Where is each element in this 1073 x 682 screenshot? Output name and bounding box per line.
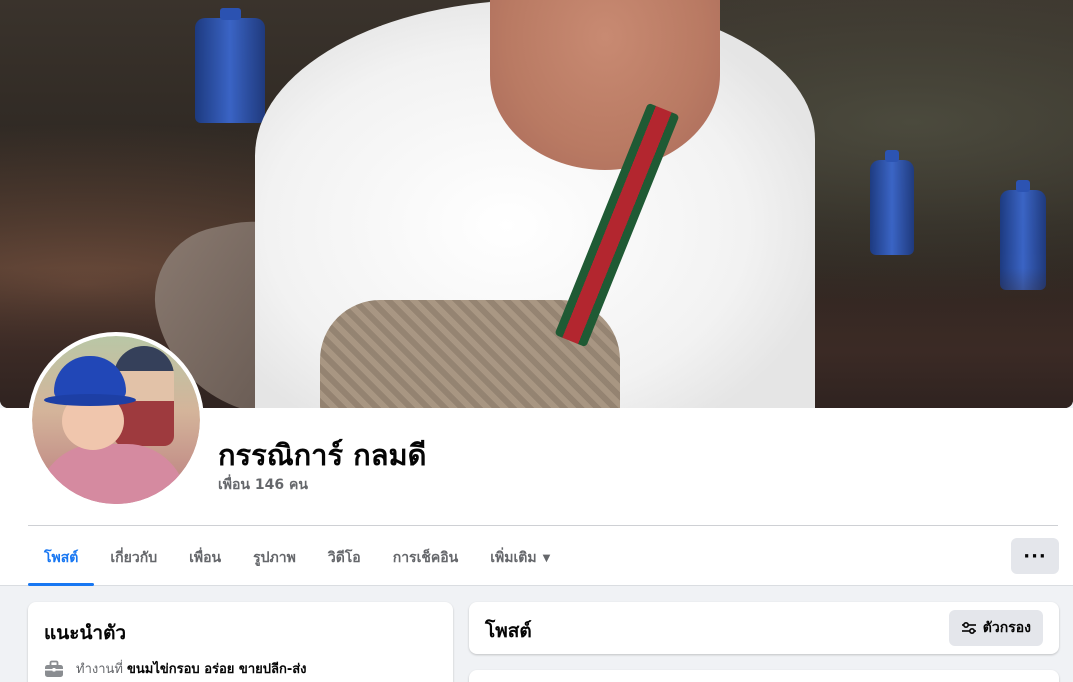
- profile-picture[interactable]: [28, 332, 204, 508]
- header-divider: [28, 525, 1058, 526]
- tab-label: เพิ่มเติม: [490, 550, 537, 566]
- tab-label: โพสต์: [44, 550, 79, 566]
- filter-label: ตัวกรอง: [982, 620, 1031, 636]
- briefcase-icon: [44, 660, 64, 678]
- cover-photo-bottle: [870, 150, 914, 255]
- intro-title: แนะนำตัว: [44, 622, 127, 644]
- tab-label: เกี่ยวกับ: [110, 550, 158, 566]
- tab-videos[interactable]: วิดีโอ: [312, 530, 377, 586]
- cover-photo-bottle: [195, 8, 265, 123]
- tab-checkins[interactable]: การเช็คอิน: [377, 530, 475, 586]
- tab-label: วิดีโอ: [327, 550, 361, 566]
- posts-header-card: โพสต์ ตัวกรอง: [469, 602, 1059, 654]
- tab-posts[interactable]: โพสต์: [28, 530, 95, 586]
- caret-down-icon: ▼: [542, 552, 551, 564]
- tab-label: เพื่อน: [189, 550, 222, 566]
- work-prefix: ทำงานที่: [76, 662, 123, 677]
- friends-count-link[interactable]: เพื่อน 146 คน: [218, 474, 308, 496]
- more-horizontal-icon: ···: [1023, 545, 1047, 567]
- tab-more[interactable]: เพิ่มเติม ▼: [474, 530, 566, 586]
- profile-tabs: โพสต์ เกี่ยวกับ เพื่อน รูปภาพ วิดีโอ การ…: [28, 530, 566, 586]
- filter-sliders-icon: [961, 620, 977, 636]
- posts-title: โพสต์: [485, 620, 532, 642]
- filter-button[interactable]: ตัวกรอง: [948, 610, 1043, 646]
- next-card: [469, 670, 1059, 682]
- tab-about[interactable]: เกี่ยวกับ: [94, 530, 173, 586]
- profile-name: กรรณิการ์ กลมดี: [218, 438, 427, 472]
- more-options-button[interactable]: ···: [1011, 538, 1059, 574]
- tab-photos[interactable]: รูปภาพ: [237, 530, 312, 586]
- workplace-link[interactable]: ขนมไข่กรอบ อร่อย ขายปลีก-ส่ง: [127, 658, 307, 679]
- tab-label: รูปภาพ: [253, 550, 296, 566]
- tab-friends[interactable]: เพื่อน: [173, 530, 237, 586]
- tab-label: การเช็คอิน: [392, 550, 459, 566]
- intro-work-item: ทำงานที่ ขนมไข่กรอบ อร่อย ขายปลีก-ส่ง: [44, 658, 307, 679]
- intro-card: แนะนำตัว ทำงานที่ ขนมไข่กรอบ อร่อย ขายปล…: [28, 602, 453, 682]
